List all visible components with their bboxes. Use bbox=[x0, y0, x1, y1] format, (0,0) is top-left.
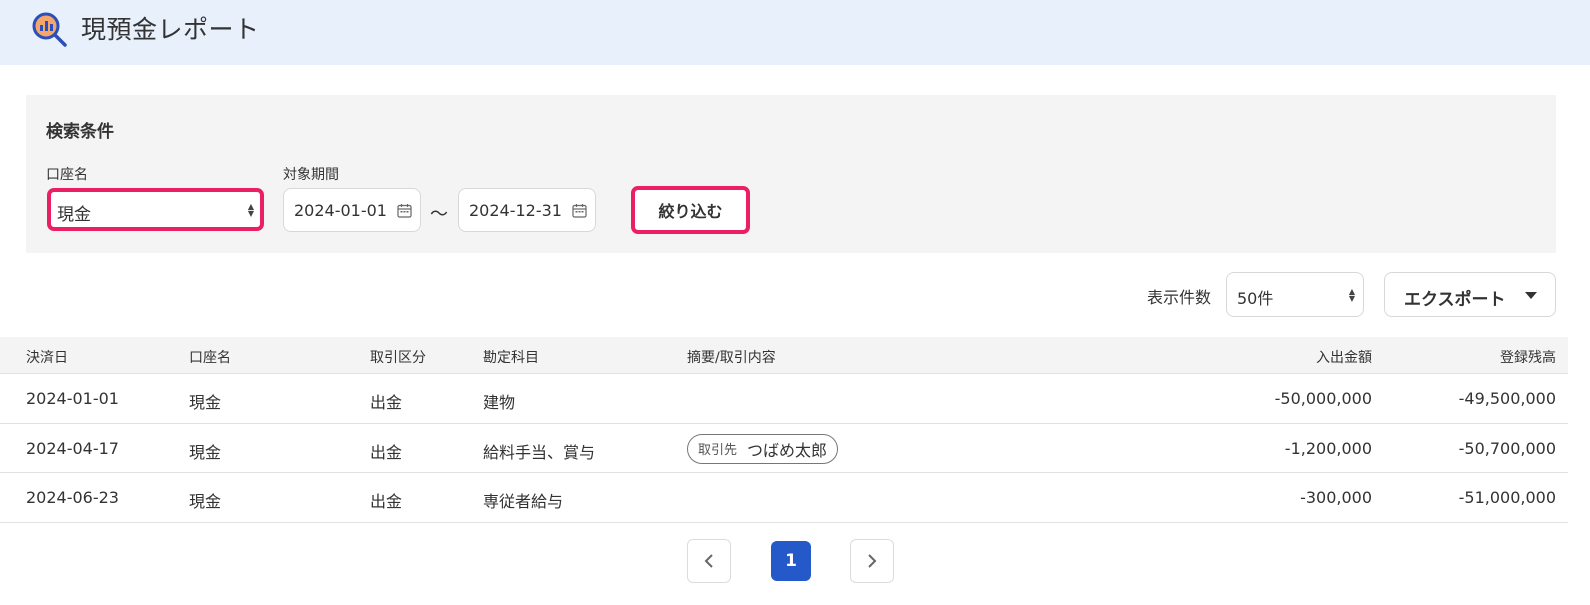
filter-button[interactable]: 絞り込む bbox=[631, 186, 750, 234]
period-label: 対象期間 bbox=[283, 167, 339, 183]
calendar-icon[interactable] bbox=[572, 203, 587, 218]
cell-date: 2024-04-17 bbox=[26, 438, 119, 458]
range-separator: ～ bbox=[430, 204, 448, 225]
partner-tag-key: 取引先 bbox=[698, 443, 738, 458]
col-header-date[interactable]: 決済日 bbox=[26, 347, 68, 367]
cell-account: 現金 bbox=[189, 492, 222, 511]
export-label: エクスポート bbox=[1404, 290, 1506, 310]
col-header-account[interactable]: 口座名 bbox=[189, 347, 231, 367]
transactions-table: 決済日 口座名 取引区分 勘定科目 摘要/取引内容 入出金額 登録残高 2024… bbox=[0, 337, 1568, 523]
page-header: 現預金レポート bbox=[0, 0, 1590, 65]
cell-type: 出金 bbox=[370, 492, 403, 511]
cell-balance: -50,700,000 bbox=[1458, 438, 1556, 458]
report-search-icon bbox=[32, 12, 67, 47]
chevron-left-icon bbox=[704, 554, 713, 568]
select-arrows-icon: ▲ ▼ bbox=[1348, 287, 1355, 303]
col-header-item[interactable]: 勘定科目 bbox=[483, 347, 539, 367]
cell-amount: -300,000 bbox=[1300, 488, 1372, 507]
cell-account: 現金 bbox=[189, 442, 222, 462]
col-header-amount[interactable]: 入出金額 bbox=[1316, 347, 1372, 367]
table-header-row: 決済日 口座名 取引区分 勘定科目 摘要/取引内容 入出金額 登録残高 bbox=[0, 337, 1568, 374]
pagination-next-button[interactable] bbox=[850, 539, 894, 583]
col-header-type[interactable]: 取引区分 bbox=[370, 347, 426, 367]
cell-amount: -1,200,000 bbox=[1284, 438, 1372, 458]
search-conditions-panel: 検索条件 口座名 対象期間 現金 ▲ ▼ 2024-01-01 ～ 2024-12… bbox=[26, 95, 1556, 253]
account-label: 口座名 bbox=[46, 167, 88, 183]
select-arrows-icon: ▲ ▼ bbox=[247, 202, 254, 218]
table-row[interactable]: 2024-04-17 現金 出金 給料手当、賞与 取引先 つばめ太郎 -1,20… bbox=[0, 423, 1568, 473]
pagination-current-page[interactable]: 1 bbox=[771, 541, 811, 581]
cell-item: 建物 bbox=[483, 393, 516, 412]
date-to-value: 2024-12-31 bbox=[469, 201, 562, 220]
cell-type: 出金 bbox=[370, 393, 403, 412]
account-select-value: 現金 bbox=[57, 205, 91, 225]
table-row[interactable]: 2024-01-01 現金 出金 建物 -50,000,000 -49,500,… bbox=[0, 374, 1568, 424]
partner-tag-value: つばめ太郎 bbox=[747, 440, 828, 460]
pagination-prev-button[interactable] bbox=[687, 539, 731, 583]
page-title: 現預金レポート bbox=[81, 15, 260, 44]
search-panel-title: 検索条件 bbox=[46, 122, 114, 142]
date-from-input[interactable]: 2024-01-01 bbox=[283, 188, 421, 232]
cell-item: 給料手当、賞与 bbox=[483, 442, 596, 462]
account-select[interactable]: 現金 ▲ ▼ bbox=[47, 188, 264, 231]
cell-amount: -50,000,000 bbox=[1274, 389, 1372, 408]
cell-date: 2024-06-23 bbox=[26, 488, 119, 507]
date-to-input[interactable]: 2024-12-31 bbox=[458, 188, 596, 232]
table-row[interactable]: 2024-06-23 現金 出金 専従者給与 -300,000 -51,000,… bbox=[0, 473, 1568, 523]
cell-item: 専従者給与 bbox=[483, 492, 564, 511]
chevron-right-icon bbox=[868, 554, 877, 568]
col-header-balance[interactable]: 登録残高 bbox=[1500, 347, 1556, 367]
caret-down-icon bbox=[1525, 292, 1537, 299]
partner-tag: 取引先 つばめ太郎 bbox=[687, 433, 839, 464]
cell-type: 出金 bbox=[370, 442, 403, 462]
per-page-label: 表示件数 bbox=[1147, 288, 1212, 307]
cell-balance: -51,000,000 bbox=[1458, 488, 1556, 507]
export-dropdown-button[interactable]: エクスポート bbox=[1384, 272, 1556, 317]
cell-account: 現金 bbox=[189, 393, 222, 412]
per-page-value: 50件 bbox=[1237, 289, 1274, 308]
date-from-value: 2024-01-01 bbox=[294, 201, 387, 220]
cell-balance: -49,500,000 bbox=[1458, 389, 1556, 408]
cell-date: 2024-01-01 bbox=[26, 389, 119, 408]
col-header-description[interactable]: 摘要/取引内容 bbox=[687, 347, 776, 367]
calendar-icon[interactable] bbox=[397, 203, 412, 218]
per-page-select[interactable]: 50件 ▲ ▼ bbox=[1226, 272, 1364, 317]
